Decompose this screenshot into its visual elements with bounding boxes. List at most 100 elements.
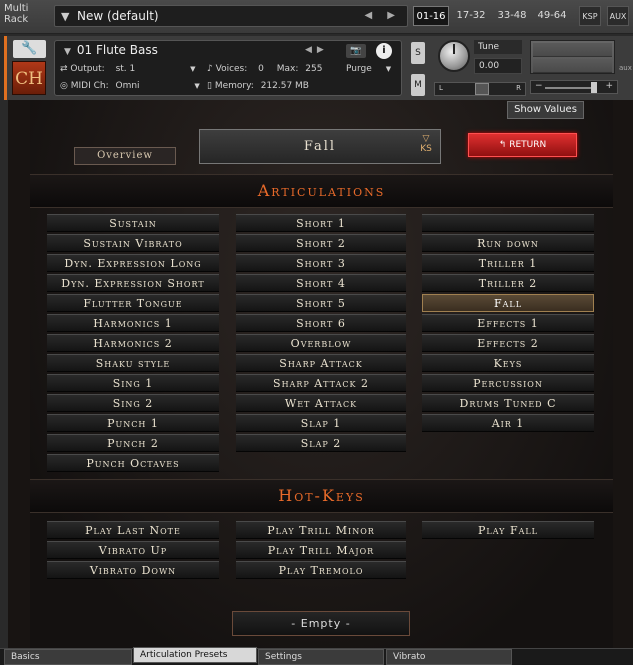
pan-slider[interactable]: L R [434,82,526,96]
preset-nav-arrows[interactable]: ◀ ▶ [364,10,401,21]
articulation-button-punch-octaves[interactable]: Punch Octaves [47,454,219,472]
tab-vibrato[interactable]: Vibrato [386,649,512,665]
camera-icon[interactable]: 📷 [346,44,366,58]
return-button[interactable]: ↰ RETURN [468,133,577,157]
midi-dropdown-icon[interactable]: ▼ [194,82,199,90]
tab-basics[interactable]: Basics [4,649,132,665]
purge-dropdown-icon[interactable]: ▼ [386,65,391,73]
output-field[interactable]: ⇄ Output: st. 1 ▼ [60,64,196,74]
articulation-button-short-6[interactable]: Short 6 [236,314,406,332]
articulation-button-sing-1[interactable]: Sing 1 [47,374,219,392]
tab-settings[interactable]: Settings [258,649,384,665]
articulation-button-overblow[interactable]: Overblow [236,334,406,352]
ksp-button[interactable]: KSP [579,6,601,26]
dropdown-arrow-icon[interactable]: ▼ [64,47,71,57]
articulation-button-fall[interactable]: Fall [422,294,594,312]
hotkey-button-vibrato-up[interactable]: Vibrato Up [47,541,219,559]
articulation-button-harmonics-1[interactable]: Harmonics 1 [47,314,219,332]
articulation-button-punch-2[interactable]: Punch 2 [47,434,219,452]
articulation-button-short-4[interactable]: Short 4 [236,274,406,292]
instrument-nav-arrows[interactable]: ◀▶ [305,45,329,55]
articulation-button-shaku-style[interactable]: Shaku style [47,354,219,372]
mute-button[interactable]: M [411,74,425,96]
articulation-button-short-3[interactable]: Short 3 [236,254,406,272]
hotkey-button-play-fall[interactable]: Play Fall [422,521,594,539]
articulation-button-keys[interactable]: Keys [422,354,594,372]
hotkeys-header: Hot-Keys [30,479,613,513]
hotkey-button-vibrato-down[interactable]: Vibrato Down [47,561,219,579]
articulation-button-sharp-attack[interactable]: Sharp Attack [236,354,406,372]
articulation-button-short-5[interactable]: Short 5 [236,294,406,312]
midi-label: MIDI Ch: [70,81,109,91]
articulation-button-percussion[interactable]: Percussion [422,374,594,392]
volume-handle[interactable] [591,82,597,93]
tab-articulation-presets[interactable]: Articulation Presets [133,647,257,663]
info-icon[interactable]: i [376,43,392,59]
show-values-button[interactable]: Show Values [507,101,584,119]
memory-label: Memory: [214,81,254,91]
page-button-4[interactable]: 49-64 [533,6,571,26]
articulation-button-flutter-tongue[interactable]: Flutter Tongue [47,294,219,312]
articulation-button-dyn-expression-short[interactable]: Dyn. Expression Short [47,274,219,292]
plus-icon[interactable]: + [605,81,613,91]
articulation-button-punch-1[interactable]: Punch 1 [47,414,219,432]
tune-label: Tune [474,40,522,54]
articulation-button-slap-2[interactable]: Slap 2 [236,434,406,452]
return-arrow-icon: ↰ [498,140,510,150]
current-articulation-display[interactable]: Fall [199,129,441,164]
page-button-1[interactable]: 01-16 [413,6,449,26]
instrument-name-row[interactable]: ▼ 01 Flute Bass [64,43,158,57]
midi-icon: ◎ [60,81,71,91]
page-button-2[interactable]: 17-32 [452,6,490,26]
articulation-button-harmonics-2[interactable]: Harmonics 2 [47,334,219,352]
rack-preset-selector[interactable]: ▼ New (default) ◀ ▶ [54,5,408,27]
aux-button[interactable]: AUX [607,6,629,26]
articulation-button-short-1[interactable]: Short 1 [236,214,406,232]
empty-slot-button[interactable]: - Empty - [232,611,410,636]
articulation-button-short-2[interactable]: Short 2 [236,234,406,252]
dropdown-arrow-icon[interactable]: ▼ [61,10,69,23]
hotkey-button-play-last-note[interactable]: Play Last Note [47,521,219,539]
pan-left-label: L [439,84,443,92]
articulation-button-triller-1[interactable]: Triller 1 [422,254,594,272]
hotkey-button-play-trill-major[interactable]: Play Trill Major [236,541,406,559]
articulation-button-drums-tuned-c[interactable]: Drums Tuned C [422,394,594,412]
purge-label: Purge [346,64,372,74]
output-dropdown-icon[interactable]: ▼ [190,65,195,73]
articulation-button-wet-attack[interactable]: Wet Attack [236,394,406,412]
articulation-button-run-down[interactable]: Run down [422,234,594,252]
pan-handle[interactable] [475,83,489,95]
minus-icon[interactable]: − [535,81,543,91]
pan-right-label: R [516,84,521,92]
solo-button[interactable]: S [411,42,425,64]
articulation-button-air-1[interactable]: Air 1 [422,414,594,432]
purge-menu[interactable]: Purge ▼ [346,64,391,74]
volume-slider[interactable]: − + [530,80,618,94]
articulation-button-blank[interactable] [422,214,594,232]
rack-label: Rack [4,14,29,25]
overview-button[interactable]: Overview [74,147,176,165]
hotkey-button-play-trill-minor[interactable]: Play Trill Minor [236,521,406,539]
articulation-button-sustain[interactable]: Sustain [47,214,219,232]
level-meter [530,40,615,74]
articulation-button-dyn-expression-long[interactable]: Dyn. Expression Long [47,254,219,272]
hotkey-button-play-tremolo[interactable]: Play Tremolo [236,561,406,579]
tune-value[interactable]: 0.00 [474,58,522,74]
tune-knob[interactable] [438,40,470,72]
articulation-button-effects-1[interactable]: Effects 1 [422,314,594,332]
multi-label: Multi [4,3,29,14]
articulation-button-triller-2[interactable]: Triller 2 [422,274,594,292]
articulation-button-effects-2[interactable]: Effects 2 [422,334,594,352]
wrench-icon[interactable]: 🔧 [13,40,46,58]
midi-channel-field[interactable]: ◎ MIDI Ch: Omni ▼ [60,81,200,91]
articulation-button-slap-1[interactable]: Slap 1 [236,414,406,432]
articulation-button-sing-2[interactable]: Sing 2 [47,394,219,412]
instrument-name: 01 Flute Bass [76,43,158,57]
max-value[interactable]: 255 [305,64,322,74]
articulation-button-sustain-vibrato[interactable]: Sustain Vibrato [47,234,219,252]
articulations-header: Articulations [30,174,613,208]
output-icon: ⇄ [60,64,71,74]
articulation-button-sharp-attack-2[interactable]: Sharp Attack 2 [236,374,406,392]
page-button-3[interactable]: 33-48 [493,6,531,26]
keyswitch-indicator[interactable]: ▽ KS [416,134,436,160]
